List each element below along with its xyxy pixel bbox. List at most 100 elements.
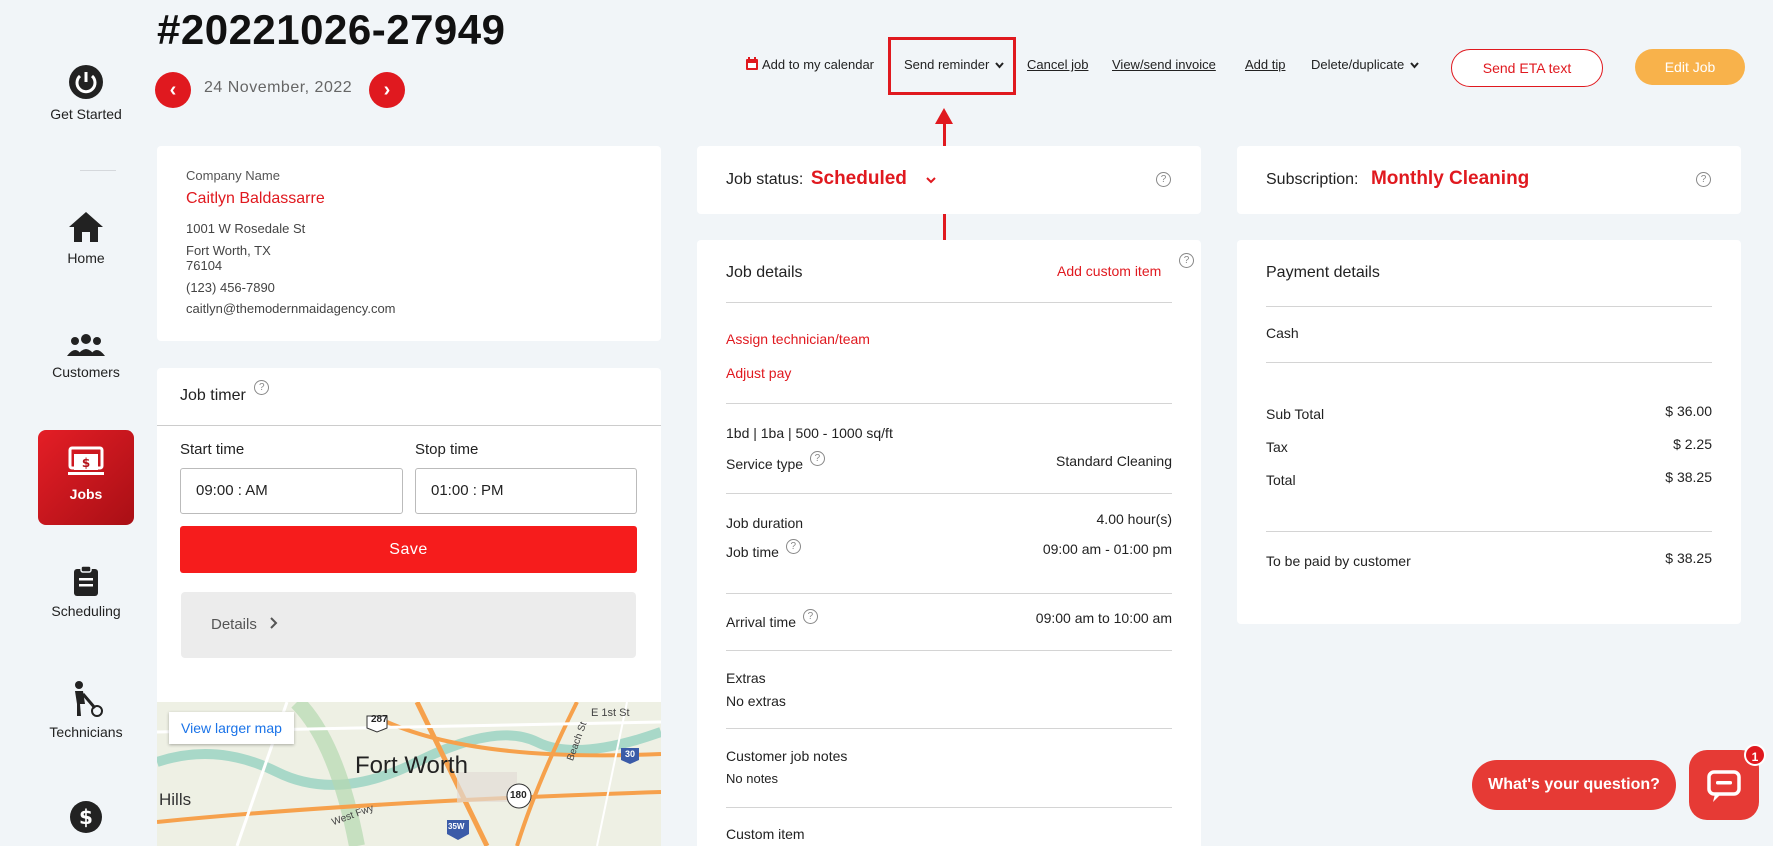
subscription-value[interactable]: Monthly Cleaning [1371, 168, 1529, 189]
chevron-left-icon: ‹ [169, 79, 177, 101]
add-custom-item-link[interactable]: Add custom item [1057, 263, 1161, 279]
job-time-label: Job time ? [726, 539, 801, 562]
view-send-invoice-link[interactable]: View/send invoice [1112, 57, 1216, 72]
customer-notes-label: Customer job notes [726, 748, 848, 764]
cancel-job-link[interactable]: Cancel job [1027, 57, 1088, 72]
prev-date-button[interactable]: ‹ [155, 72, 191, 108]
to-be-paid-value: $ 38.25 [1665, 550, 1712, 566]
subscription-label: Subscription: [1266, 171, 1359, 188]
tax-value: $ 2.25 [1673, 436, 1712, 452]
divider [726, 728, 1172, 729]
highway-shield-180: 180 [510, 790, 527, 801]
details-accordion[interactable]: Details [181, 592, 636, 658]
job-date: 24 November, 2022 [204, 79, 353, 96]
help-icon[interactable]: ? [809, 451, 825, 466]
technician-icon [75, 681, 103, 717]
job-status-row: Job status: Scheduled [726, 168, 936, 190]
total-label: Total [1266, 472, 1296, 488]
customers-icon [67, 334, 105, 356]
save-button[interactable]: Save [180, 526, 637, 573]
highway-shield-287: 287 [371, 714, 388, 725]
edit-job-button[interactable]: Edit Job [1635, 49, 1745, 85]
sidebar: Get Started Home Customers $ Jobs Schedu… [10, 0, 160, 846]
divider [157, 425, 661, 426]
details-toggle[interactable]: Details [211, 616, 278, 633]
divider [1266, 531, 1712, 532]
customer-email: caitlyn@themodernmaidagency.com [186, 301, 396, 316]
chat-prompt-bubble[interactable]: What's your question? [1472, 760, 1676, 810]
highway-shield-30: 30 [625, 749, 636, 759]
help-icon[interactable]: ? [785, 539, 801, 554]
sidebar-item-label: Home [67, 250, 105, 266]
help-icon[interactable]: ? [1696, 172, 1711, 187]
service-type-text: Service type [726, 456, 804, 472]
sidebar-item-jobs[interactable]: $ Jobs [38, 430, 134, 525]
job-timer-title-label: Job timer [180, 387, 246, 404]
tax-label: Tax [1266, 439, 1288, 455]
add-tip-link[interactable]: Add tip [1245, 57, 1285, 72]
divider [726, 493, 1172, 494]
address-line1: 1001 W Rosedale St [186, 221, 306, 236]
sidebar-item-home[interactable]: Home [38, 210, 134, 266]
service-type-value: Standard Cleaning [1056, 453, 1172, 469]
map-street-label: E 1st St [591, 707, 630, 719]
job-status-card: Job status: Scheduled ? [697, 146, 1201, 214]
start-time-input[interactable]: 09:00 : AM [180, 468, 403, 514]
chevron-right-icon [270, 617, 278, 629]
jobs-icon: $ [68, 446, 104, 475]
job-status-label: Job status: [726, 171, 804, 188]
delete-duplicate-dropdown[interactable]: Delete/duplicate [1311, 57, 1419, 72]
job-time-value: 09:00 am - 01:00 pm [1042, 541, 1172, 557]
customer-name-link[interactable]: Caitlyn Baldassarre [186, 190, 325, 208]
payment-method: Cash [1266, 325, 1299, 341]
job-details-card: Job details Add custom item ? Assign tec… [697, 240, 1201, 846]
map[interactable]: 287 180 30 35W View larger map Fort Wort… [157, 702, 661, 846]
customer-card: Company Name Caitlyn Baldassarre 1001 W … [157, 146, 661, 341]
total-value: $ 38.25 [1665, 469, 1712, 485]
next-date-button[interactable]: › [369, 72, 405, 108]
add-to-calendar-button[interactable]: Add to my calendar [746, 57, 874, 72]
clipboard-icon [74, 565, 98, 596]
highway-shield-35w: 35W [448, 822, 465, 831]
sidebar-item-billing[interactable]: $ [38, 800, 134, 840]
arrival-time-value: 09:00 am to 10:00 am [1035, 610, 1172, 626]
notification-badge: 1 [1744, 744, 1766, 766]
view-larger-map-link[interactable]: View larger map [169, 712, 294, 744]
sidebar-item-technicians[interactable]: Technicians [38, 680, 134, 740]
sidebar-item-label: Customers [52, 364, 120, 380]
address-line2: Fort Worth, TX [186, 243, 271, 258]
help-icon[interactable]: ? [1156, 172, 1171, 187]
svg-text:$: $ [82, 456, 90, 470]
send-eta-text-button[interactable]: Send ETA text [1451, 49, 1603, 87]
extras-value: No extras [726, 693, 786, 709]
sidebar-item-scheduling[interactable]: Scheduling [38, 565, 134, 619]
divider [726, 807, 1172, 808]
help-icon[interactable]: ? [802, 609, 818, 624]
subtotal-label: Sub Total [1266, 406, 1325, 422]
divider [726, 302, 1172, 303]
stop-time-label: Stop time [415, 441, 479, 458]
extras-label: Extras [726, 670, 766, 686]
help-icon[interactable]: ? [1179, 253, 1194, 268]
start-time-label: Start time [180, 441, 245, 458]
customer-notes-value: No notes [726, 771, 779, 786]
map-hills-label: Hills [159, 790, 192, 809]
stop-time-input[interactable]: 01:00 : PM [415, 468, 637, 514]
sidebar-item-customers[interactable]: Customers [38, 332, 134, 380]
address-zip: 76104 [186, 258, 223, 273]
annotation-arrow-head [935, 108, 953, 124]
sidebar-item-label: Scheduling [51, 603, 121, 619]
sidebar-divider [80, 170, 116, 171]
adjust-pay-link[interactable]: Adjust pay [726, 365, 791, 381]
sidebar-item-label: Jobs [69, 486, 103, 502]
assign-technician-link[interactable]: Assign technician/team [726, 331, 870, 347]
calendar-icon [746, 57, 758, 70]
delete-duplicate-label: Delete/duplicate [1311, 57, 1405, 72]
arrival-time-label: Arrival time ? [726, 609, 818, 632]
map-city-label: Fort Worth [355, 752, 468, 779]
divider [726, 650, 1172, 651]
job-status-dropdown[interactable]: Scheduled [811, 168, 936, 189]
highlight-box [888, 37, 1016, 95]
help-icon[interactable]: ? [254, 380, 270, 395]
sidebar-item-get-started[interactable]: Get Started [38, 64, 134, 122]
